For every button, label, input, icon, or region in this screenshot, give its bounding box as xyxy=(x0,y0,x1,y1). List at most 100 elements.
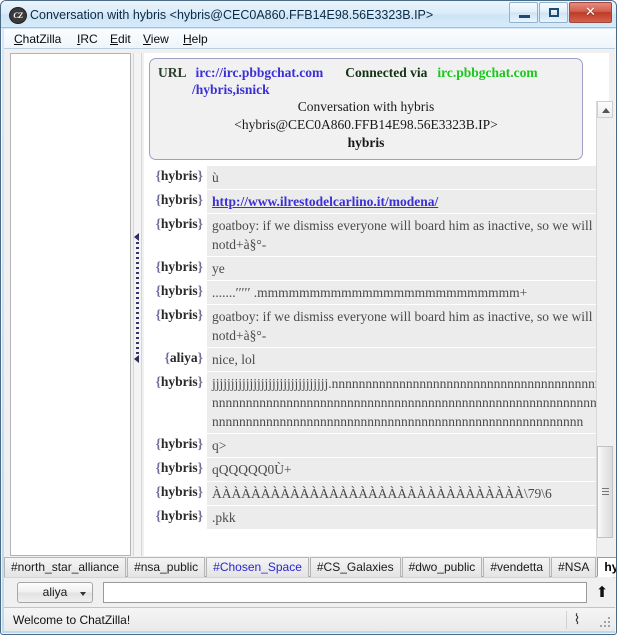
message-nick[interactable]: {hybris} xyxy=(145,482,207,502)
header-conversation-title: Conversation with hybris xyxy=(297,99,435,114)
window-resize-grip[interactable] xyxy=(598,615,612,629)
message-text: ù xyxy=(207,166,608,189)
tab-hybris[interactable]: hybris xyxy=(597,557,616,577)
panel-splitter[interactable] xyxy=(133,53,142,556)
nick-brace-close: } xyxy=(197,350,203,365)
message-nick[interactable]: {aliya} xyxy=(145,348,207,368)
menu-item-irc[interactable]: IRC xyxy=(73,31,102,47)
message-nick[interactable]: {hybris} xyxy=(145,166,207,186)
message-nick[interactable]: {hybris} xyxy=(145,305,207,325)
nick-brace-close: } xyxy=(197,374,203,389)
message-nick[interactable]: {hybris} xyxy=(145,214,207,234)
menu-item-chatzilla[interactable]: ChatZilla xyxy=(10,31,65,47)
close-button[interactable]: ✕ xyxy=(569,2,612,23)
nick-name: hybris xyxy=(160,307,198,322)
message-pane[interactable]: URL irc://irc.pbbgchat.com Connected via ir… xyxy=(144,53,609,556)
header-url-label: URL xyxy=(158,65,187,80)
nick-name: hybris xyxy=(160,508,198,523)
tab-cs_galaxies[interactable]: #CS_Galaxies xyxy=(309,557,401,577)
tab-nsa_public[interactable]: #nsa_public xyxy=(127,557,206,577)
splitter-grippy[interactable] xyxy=(136,237,139,357)
scrollbar-thumb-grip xyxy=(602,488,609,495)
channel-header-box: URL irc://irc.pbbgchat.com Connected via ir… xyxy=(149,58,583,160)
message-text: goatboy: if we dismiss everyone will boa… xyxy=(207,214,608,256)
message-nick[interactable]: {hybris} xyxy=(145,257,207,277)
header-url-line2[interactable]: /hybris,isnick xyxy=(158,81,574,98)
title-bar: CZ Conversation with hybris <hybris@CEC0… xyxy=(1,1,616,28)
nick-name: hybris xyxy=(160,460,198,475)
menu-bar: ChatZilla IRC Edit View Help xyxy=(4,29,615,49)
nick-brace-close: } xyxy=(197,259,203,274)
message-input[interactable] xyxy=(103,582,587,603)
nick-brace-close: } xyxy=(197,484,203,499)
nick-name: aliya xyxy=(169,350,198,365)
grip-dot xyxy=(604,625,606,627)
minimize-icon xyxy=(519,15,530,18)
tab-label: #north_star_alliance xyxy=(11,560,120,574)
header-server-value[interactable]: irc.pbbgchat.com xyxy=(437,65,537,80)
nick-dropdown-label: aliya xyxy=(42,585,68,599)
message-text: q> xyxy=(207,434,608,457)
message-nick[interactable]: {hybris} xyxy=(145,458,207,478)
chevron-up-icon xyxy=(602,108,610,113)
tab-vendetta[interactable]: #vendetta xyxy=(483,557,551,577)
message-link[interactable]: http://www.ilrestodelcarlino.it/modena/ xyxy=(207,190,608,213)
send-button[interactable]: ⬆ xyxy=(593,583,611,602)
connection-activity-icon[interactable]: ⌇ xyxy=(566,611,587,629)
chevron-down-icon xyxy=(80,592,86,596)
header-host-mask: <hybris@CEC0A860.FFB14E98.56E3323B.IP> xyxy=(234,117,498,132)
message-nick[interactable]: {hybris} xyxy=(145,281,207,301)
message-scrollbar[interactable] xyxy=(596,101,613,608)
tab-label: #dwo_public xyxy=(408,560,476,574)
message-row: {hybris} ù xyxy=(145,166,608,190)
nick-dropdown-button[interactable]: aliya xyxy=(17,582,93,603)
nick-name: hybris xyxy=(160,192,198,207)
tab-dwo_public[interactable]: #dwo_public xyxy=(401,557,483,577)
message-nick[interactable]: {hybris} xyxy=(145,434,207,454)
channel-tab-bar: #north_star_alliance #nsa_public #Chosen_S… xyxy=(4,557,616,577)
nick-name: hybris xyxy=(160,259,198,274)
message-row: {hybris} ÀÀÀÀÀÀÀÀÀÀÀÀÀÀÀÀÀÀÀÀÀÀÀÀÀÀÀÀÀÀÀÀ… xyxy=(145,482,608,506)
message-nick[interactable]: {hybris} xyxy=(145,372,207,392)
message-nick[interactable]: {hybris} xyxy=(145,190,207,210)
message-row: {hybris} qQQQQQ0Ù+ xyxy=(145,458,608,482)
scrollbar-thumb[interactable] xyxy=(597,446,613,538)
minimize-button[interactable] xyxy=(509,2,538,23)
message-text: jjjjjjjjjjjjjjjjjjjjjjjjjjjjjjj.nnnnnnnn… xyxy=(207,372,608,433)
message-row: {hybris} .pkk xyxy=(145,506,608,530)
input-row: aliya ⬆ xyxy=(4,578,615,607)
nick-brace-close: } xyxy=(197,460,203,475)
header-connected-label: Connected via xyxy=(345,65,428,80)
grip-dot xyxy=(604,621,606,623)
message-text: .pkk xyxy=(207,506,608,529)
maximize-button[interactable] xyxy=(539,2,568,23)
chatzilla-app-icon: CZ xyxy=(9,7,27,24)
header-nick: hybris xyxy=(347,135,385,150)
user-list-panel[interactable] xyxy=(10,53,131,556)
message-nick[interactable]: {hybris} xyxy=(145,506,207,526)
message-text: goatboy: if we dismiss everyone will boa… xyxy=(207,305,608,347)
menu-item-edit[interactable]: Edit xyxy=(106,31,135,47)
menu-item-view[interactable]: View xyxy=(139,31,173,47)
nick-brace-close: } xyxy=(197,307,203,322)
tab-north_star_alliance[interactable]: #north_star_alliance xyxy=(4,557,127,577)
window-title: Conversation with hybris <hybris@CEC0A86… xyxy=(30,8,434,22)
tab-label: hybris xyxy=(604,560,616,574)
nick-name: hybris xyxy=(160,374,198,389)
nick-name: hybris xyxy=(160,436,198,451)
message-row: {hybris} goatboy: if we dismiss everyone … xyxy=(145,214,608,257)
nick-brace-close: } xyxy=(197,168,203,183)
splitter-collapse-arrow-bottom-icon[interactable] xyxy=(134,355,139,363)
message-row: {hybris} q> xyxy=(145,434,608,458)
header-url-value[interactable]: irc://irc.pbbgchat.com xyxy=(196,65,324,80)
tab-chosen_space[interactable]: #Chosen_Space xyxy=(206,557,309,577)
message-row: {hybris} jjjjjjjjjjjjjjjjjjjjjjjjjjjjjjj… xyxy=(145,372,608,434)
nick-brace-close: } xyxy=(197,216,203,231)
client-area: URL irc://irc.pbbgchat.com Connected via ir… xyxy=(4,49,615,608)
message-row: {aliya} nice, lol xyxy=(145,348,608,372)
scroll-up-button[interactable] xyxy=(597,101,613,118)
tab-nsa[interactable]: #NSA xyxy=(551,557,597,577)
menu-item-help[interactable]: Help xyxy=(179,31,212,47)
chatzilla-window: CZ Conversation with hybris <hybris@CEC0… xyxy=(0,0,617,635)
message-text: ÀÀÀÀÀÀÀÀÀÀÀÀÀÀÀÀÀÀÀÀÀÀÀÀÀÀÀÀÀÀÀÀ\79\6 xyxy=(207,482,608,505)
